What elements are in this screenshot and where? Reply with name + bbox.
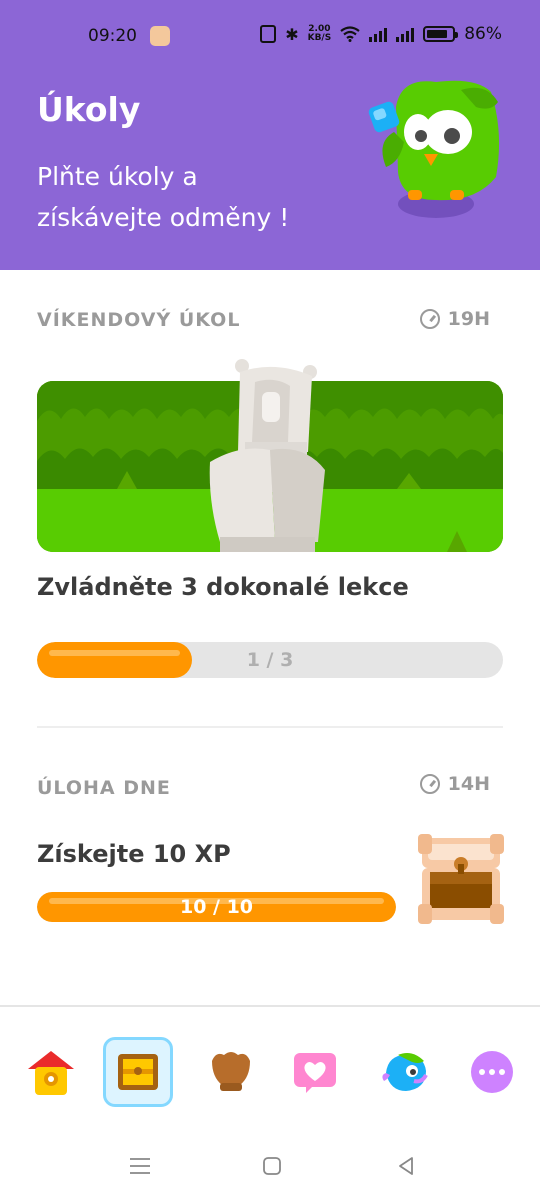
battery-icon (423, 26, 459, 42)
nav-hearts[interactable] (280, 1037, 350, 1107)
home-square-icon[interactable] (260, 1154, 284, 1178)
duolingo-bird-icon (382, 1053, 428, 1091)
status-time: 09:20 (88, 26, 137, 46)
statue-illustration (209, 359, 325, 552)
duo-owl-icon (368, 80, 500, 218)
nav-super[interactable] (370, 1037, 440, 1107)
weekend-quest-label: VÍKENDOVÝ ÚKOL (37, 309, 241, 331)
network-speed: 2.00 KB/S (307, 24, 332, 43)
clock-icon (419, 309, 440, 329)
menu-icon[interactable] (128, 1154, 152, 1178)
daily-quest-progress-text: 10 / 10 (179, 896, 254, 918)
wifi-icon (340, 26, 360, 42)
weekend-quest-progress-bar: 1 / 3 (37, 642, 503, 678)
back-icon[interactable] (394, 1154, 418, 1178)
bottom-nav (0, 1005, 540, 1130)
daily-quest-timer: 14H (419, 773, 490, 795)
weekend-quest-timer: 19H (419, 308, 490, 330)
nav-home[interactable] (16, 1037, 86, 1107)
battery-percent: 86% (464, 24, 502, 44)
status-icons: ✱ 2.00 KB/S 86% (260, 24, 502, 44)
home-icon (28, 1051, 74, 1095)
signal-icon-2 (396, 26, 415, 42)
signal-icon-1 (369, 26, 388, 42)
quests-header: Úkoly Plňte úkoly a získávejte odměny ! (0, 72, 540, 270)
nav-more[interactable] (457, 1037, 527, 1107)
more-icon (471, 1051, 513, 1093)
page-subtitle: Plňte úkoly a získávejte odměny ! (37, 162, 290, 232)
clock-icon (419, 774, 440, 794)
weekend-quest-title: Zvládněte 3 dokonalé lekce (37, 573, 409, 601)
nav-quests[interactable] (103, 1037, 173, 1107)
quests-screen: 09:20 ✱ 2.00 KB/S 86% Úkoly Plňte úkoly … (0, 0, 540, 1200)
weekend-quest-progress-text: 1 / 3 (246, 649, 294, 671)
leagues-shield-icon (212, 1052, 250, 1091)
nav-leagues[interactable] (196, 1037, 266, 1107)
notification-icon (150, 26, 170, 46)
daily-quest-title: Získejte 10 XP (37, 840, 231, 868)
page-title: Úkoly (37, 90, 141, 129)
section-divider (37, 726, 503, 728)
quests-chest-icon (118, 1054, 158, 1090)
bluetooth-icon: ✱ (285, 24, 299, 44)
status-bar: 09:20 ✱ 2.00 KB/S 86% (0, 0, 540, 72)
system-nav-bar (0, 1130, 540, 1200)
hearts-icon (294, 1053, 336, 1093)
daily-quest-progress-bar: 10 / 10 (37, 892, 396, 922)
treasure-chest-icon (418, 834, 504, 924)
daily-quest-label: ÚLOHA DNE (37, 777, 171, 799)
nfc-icon (260, 25, 277, 43)
